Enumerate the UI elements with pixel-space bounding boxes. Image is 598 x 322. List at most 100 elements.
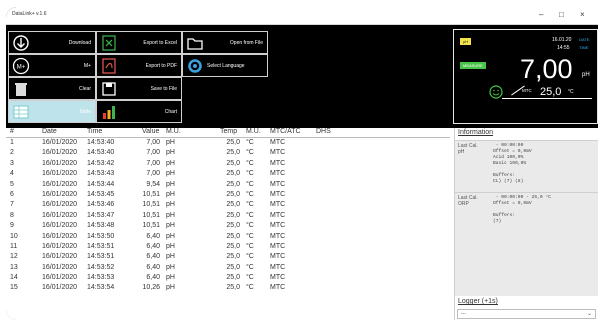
orp-cal-details: - 00:00:00 - 25,0 °C Offset = 0,0mV Buff… bbox=[493, 195, 551, 224]
table-row[interactable]: 13 16/01/2020 14:53:52 6,40 pH 25,0 °C MTC bbox=[6, 263, 450, 273]
pdf-icon bbox=[100, 57, 118, 75]
table-cell: 14:53:47 bbox=[87, 211, 115, 219]
table-cell: MTC bbox=[270, 201, 286, 209]
minimize-button[interactable]: – bbox=[539, 10, 543, 19]
table-cell: 6,40 bbox=[146, 274, 160, 282]
table-cell: 14:53:51 bbox=[87, 242, 115, 250]
table-cell: 2 bbox=[10, 149, 14, 157]
table-cell: 16/01/2020 bbox=[42, 149, 78, 157]
table-row[interactable]: 15 16/01/2020 14:53:54 10,26 pH 25,0 °C MTC bbox=[6, 283, 450, 293]
export-excel-button[interactable]: Export to Excel bbox=[96, 31, 182, 54]
logger-panel: Logger (+1s) --- ⌄ bbox=[454, 296, 598, 320]
clear-label: Clear bbox=[79, 86, 91, 92]
table-row[interactable]: 7 16/01/2020 14:53:46 10,51 pH 25,0 °C MTC bbox=[6, 200, 450, 210]
export-pdf-button[interactable]: Export to PDF bbox=[96, 54, 182, 77]
table-cell: °C bbox=[246, 201, 254, 209]
trash-icon bbox=[12, 80, 30, 98]
table-cell: °C bbox=[246, 284, 254, 292]
table-cell: 7,00 bbox=[146, 149, 160, 157]
table-cell: MTC bbox=[270, 222, 286, 230]
table-header: # Date Time Value M.U. Temp M.U. MTC/ATC… bbox=[6, 128, 450, 138]
table-cell: 16/01/2020 bbox=[42, 211, 78, 219]
table-cell: pH bbox=[166, 159, 175, 167]
maximize-button[interactable]: □ bbox=[559, 10, 564, 19]
table-cell: MTC bbox=[270, 211, 286, 219]
mem-plus-label: M+ bbox=[83, 63, 91, 69]
download-button[interactable]: Download bbox=[8, 31, 96, 54]
table-row[interactable]: 2 16/01/2020 14:53:40 7,00 pH 25,0 °C MTC bbox=[6, 148, 450, 158]
table-row[interactable]: 4 16/01/2020 14:53:43 7,00 pH 25,0 °C MTC bbox=[6, 169, 450, 179]
table-cell: 25,0 bbox=[226, 222, 240, 230]
table-cell: °C bbox=[246, 139, 254, 146]
save-file-button[interactable]: Save to File bbox=[96, 77, 182, 100]
table-cell: 11 bbox=[10, 242, 18, 250]
download-label: Download bbox=[68, 40, 91, 46]
table-row[interactable]: 5 16/01/2020 14:53:44 9,54 pH 25,0 °C MTC bbox=[6, 180, 450, 190]
chart-view-button[interactable]: Chart bbox=[96, 100, 182, 123]
table-cell: 10,51 bbox=[142, 211, 160, 219]
app-window: DataLink+ v.1.6 – □ × Download Export to… bbox=[6, 7, 598, 320]
table-row[interactable]: 10 16/01/2020 14:53:50 6,40 pH 25,0 °C MTC bbox=[6, 232, 450, 242]
open-file-button[interactable]: Open from File bbox=[182, 31, 268, 54]
table-cell: 25,0 bbox=[226, 149, 240, 157]
meter-display: pH 16.01.20 DATE 14:55 TIME MEASURE 7,00… bbox=[453, 29, 598, 124]
table-cell: 16/01/2020 bbox=[42, 284, 78, 292]
logger-select[interactable]: --- ⌄ bbox=[457, 309, 596, 319]
table-row[interactable]: 11 16/01/2020 14:53:51 6,40 pH 25,0 °C MTC bbox=[6, 242, 450, 252]
table-row[interactable]: 12 16/01/2020 14:53:51 6,40 pH 25,0 °C MTC bbox=[6, 252, 450, 262]
close-button[interactable]: × bbox=[580, 10, 585, 19]
table-cell: 25,0 bbox=[226, 201, 240, 209]
table-cell: °C bbox=[246, 211, 254, 219]
table-cell: MTC bbox=[270, 232, 286, 240]
table-row[interactable]: 9 16/01/2020 14:53:48 10,51 pH 25,0 °C MTC bbox=[6, 221, 450, 231]
table-cell: MTC bbox=[270, 284, 286, 292]
table-row[interactable]: 6 16/01/2020 14:53:45 10,51 pH 25,0 °C MTC bbox=[6, 190, 450, 200]
table-row[interactable]: 8 16/01/2020 14:53:47 10,51 pH 25,0 °C MTC bbox=[6, 211, 450, 221]
clear-button[interactable]: Clear bbox=[8, 77, 96, 100]
reading-unit: pH bbox=[582, 72, 590, 78]
table-row[interactable]: 3 16/01/2020 14:53:42 7,00 pH 25,0 °C MTC bbox=[6, 159, 450, 169]
table-cell: 25,0 bbox=[226, 159, 240, 167]
table-cell: pH bbox=[166, 180, 175, 188]
table-cell: 9 bbox=[10, 222, 14, 230]
orp-calibration-block: Last Cal. ORP - 00:00:00 - 25,0 °C Offse… bbox=[455, 192, 598, 297]
folder-icon bbox=[186, 34, 204, 52]
table-cell: 6 bbox=[10, 190, 14, 198]
table-cell: MTC bbox=[270, 139, 286, 146]
window-title: DataLink+ v.1.6 bbox=[12, 11, 47, 17]
table-cell: 1 bbox=[10, 139, 14, 146]
table-cell: °C bbox=[246, 159, 254, 167]
table-cell: 25,0 bbox=[226, 211, 240, 219]
table-cell: 10,51 bbox=[142, 190, 160, 198]
table-cell: °C bbox=[246, 222, 254, 230]
toolbar: Download Export to Excel Open from File … bbox=[6, 25, 598, 128]
col-value: Value bbox=[142, 128, 160, 135]
table-cell: 25,0 bbox=[226, 232, 240, 240]
table-cell: 7,00 bbox=[146, 139, 160, 146]
table-cell: MTC bbox=[270, 159, 286, 167]
temp-value: 25,0 bbox=[540, 86, 562, 98]
ph-cal-label: Last Cal. pH bbox=[458, 143, 478, 155]
table-cell: 25,0 bbox=[226, 242, 240, 250]
temp-unit: °C bbox=[568, 89, 574, 95]
table-cell: MTC bbox=[270, 180, 286, 188]
gear-icon bbox=[186, 57, 204, 75]
table-cell: pH bbox=[166, 190, 175, 198]
information-header: Information bbox=[458, 129, 494, 136]
table-cell: 6,40 bbox=[146, 253, 160, 261]
table-cell: 10 bbox=[10, 232, 18, 240]
table-row[interactable]: 14 16/01/2020 14:53:53 6,40 pH 25,0 °C MTC bbox=[6, 273, 450, 283]
table-cell: 25,0 bbox=[226, 253, 240, 261]
table-row[interactable]: 1 16/01/2020 14:53:40 7,00 pH 25,0 °C MTC bbox=[6, 138, 450, 148]
information-panel: Information Last Cal. pH - 00:00:00 Offs… bbox=[454, 128, 598, 297]
table-cell: °C bbox=[246, 190, 254, 198]
select-language-button[interactable]: Select Language bbox=[182, 54, 268, 77]
table-cell: °C bbox=[246, 242, 254, 250]
table-body: 1 16/01/2020 14:53:40 7,00 pH 25,0 °C MTC 2 16/01… bbox=[6, 138, 450, 294]
mem-plus-button[interactable]: M+ M+ bbox=[8, 54, 96, 77]
table-cell: 14:53:48 bbox=[87, 222, 115, 230]
table-cell: 13 bbox=[10, 263, 18, 271]
table-cell: 16/01/2020 bbox=[42, 263, 78, 271]
save-file-label: Save to File bbox=[150, 86, 177, 92]
table-view-button[interactable]: Table bbox=[8, 100, 96, 123]
